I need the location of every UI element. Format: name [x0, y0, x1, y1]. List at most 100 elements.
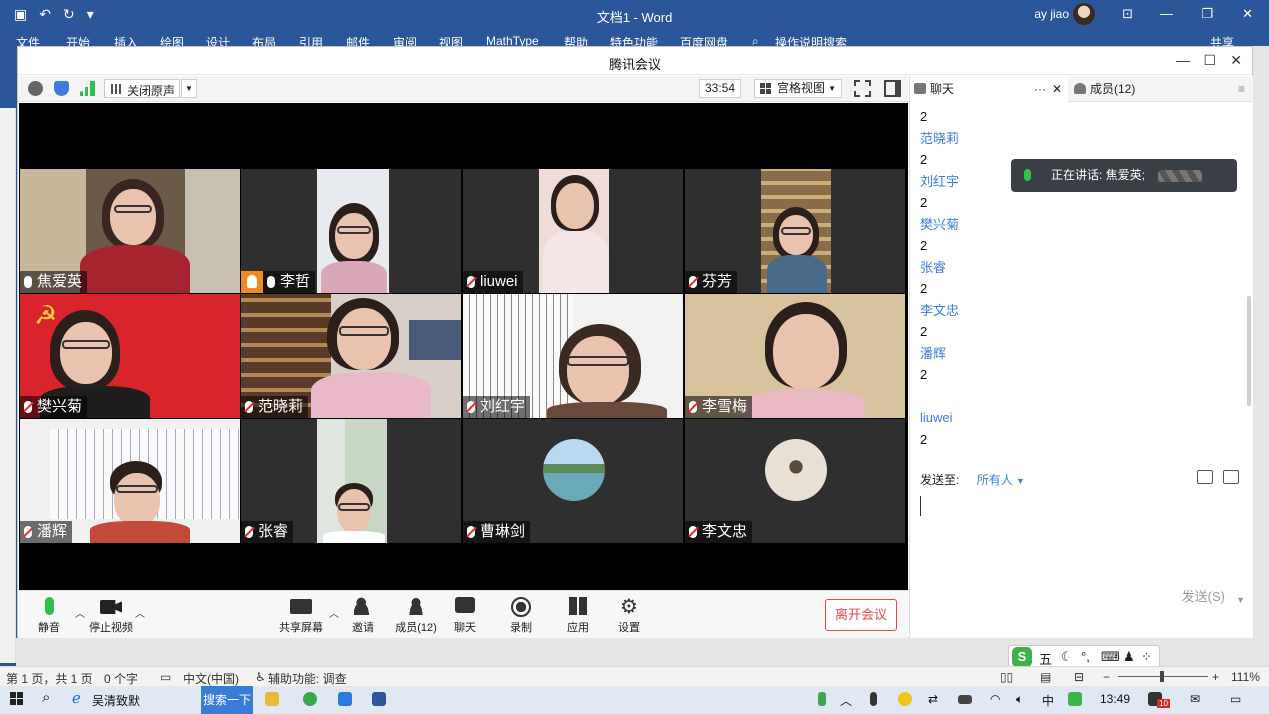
participant-tile[interactable]: 张睿 — [241, 419, 461, 543]
punctuation-icon[interactable]: °, — [1081, 649, 1090, 664]
read-mode-icon[interactable]: ▯▯ — [1000, 670, 1013, 684]
ribbon-tab[interactable]: 百度网盘 — [680, 34, 728, 46]
volume-icon[interactable]: 🔈︎ — [1016, 692, 1023, 707]
more-icon[interactable]: ··· — [1034, 76, 1046, 102]
participant-tile[interactable]: liuwei — [463, 169, 683, 293]
invite-button[interactable]: 邀请 — [337, 597, 389, 635]
ribbon-tab[interactable]: 邮件 — [346, 34, 370, 46]
chat-input[interactable]: 发送(S) ▼ — [910, 489, 1253, 611]
chevron-up-icon[interactable]: ︿ — [840, 692, 852, 709]
ribbon-tab[interactable]: MathType — [486, 34, 539, 46]
share-screen-button[interactable]: 共享屏幕 — [275, 597, 327, 635]
user-name[interactable]: ay jiao — [1034, 7, 1069, 21]
chevron-down-icon[interactable]: ▼ — [1236, 595, 1245, 605]
battery-level-icon[interactable] — [958, 695, 972, 704]
fullscreen-icon[interactable] — [854, 80, 871, 97]
leave-meeting-button[interactable]: 离开会议 — [825, 599, 897, 631]
settings-button[interactable]: ⚙ 设置 — [603, 597, 655, 635]
ribbon-tab[interactable]: 布局 — [252, 34, 276, 46]
word-icon[interactable] — [372, 692, 386, 706]
ribbon-tab[interactable]: 插入 — [114, 34, 138, 46]
page-count[interactable]: 第 1 页，共 1 页 — [6, 670, 93, 687]
ribbon-tab[interactable]: 开始 — [66, 34, 90, 46]
grid-icon[interactable]: ⁘ — [1141, 649, 1152, 665]
chevron-up-icon[interactable]: ︿ — [135, 605, 145, 620]
minimize-icon[interactable]: — — [1160, 6, 1173, 21]
shield-icon[interactable] — [54, 81, 69, 96]
zoom-in-icon[interactable]: + — [1212, 670, 1219, 684]
participant-tile[interactable]: 潘辉 — [20, 419, 240, 543]
language[interactable]: 中文(中国) — [183, 670, 239, 687]
clock[interactable]: 13:49 — [1100, 692, 1130, 706]
tab-members[interactable]: 成员(12) — [1070, 76, 1230, 102]
ribbon-tab[interactable]: 绘图 — [160, 34, 184, 46]
ribbon-tab[interactable]: 视图 — [439, 34, 463, 46]
stop-video-button[interactable]: 停止视频 — [85, 597, 137, 635]
folder-icon[interactable] — [1197, 470, 1213, 484]
meeting-app-icon[interactable] — [338, 692, 352, 706]
moon-icon[interactable]: ☾ — [1061, 649, 1073, 665]
person-icon[interactable]: ♟ — [1123, 649, 1135, 665]
folder-icon[interactable] — [265, 692, 279, 706]
close-icon[interactable]: ✕ — [1052, 76, 1062, 102]
participant-tile[interactable]: 芬芳 — [685, 169, 905, 293]
browser-icon[interactable] — [303, 692, 317, 706]
windows-start-icon[interactable] — [10, 692, 23, 705]
participant-tile[interactable]: 范晓莉 — [241, 294, 461, 418]
search-icon[interactable]: ⌕ — [42, 689, 50, 706]
participant-tile[interactable]: 李雪梅 — [685, 294, 905, 418]
tab-chat[interactable]: 聊天 ··· ✕ — [910, 76, 1068, 102]
print-layout-icon[interactable]: ▤ — [1040, 670, 1051, 684]
zoom-thumb[interactable] — [1160, 671, 1164, 682]
info-icon[interactable] — [28, 81, 43, 96]
record-button[interactable]: 录制 — [495, 597, 547, 635]
ribbon-tab[interactable]: 设计 — [206, 34, 230, 46]
chevron-up-icon[interactable]: ︿ — [75, 605, 85, 620]
ribbon-tab[interactable]: 帮助 — [564, 34, 588, 46]
browser-tab[interactable]: 吴清致默 — [92, 692, 140, 709]
participant-tile[interactable]: 曹琳剑 — [463, 419, 683, 543]
sidebar-toggle-icon[interactable] — [884, 80, 901, 97]
ribbon-tab[interactable]: 文件 — [16, 34, 40, 46]
share-button[interactable]: 共享 — [1210, 34, 1234, 46]
participant-tile[interactable]: 李哲 — [241, 169, 461, 293]
ribbon-tab[interactable]: 特色功能 — [610, 34, 658, 46]
chevron-down-icon[interactable]: ▼ — [1016, 476, 1025, 486]
close-icon[interactable]: ✕ — [1242, 6, 1253, 22]
zoom-out-icon[interactable]: − — [1103, 670, 1110, 684]
send-button[interactable]: 发送(S) — [1182, 586, 1225, 605]
ie-icon[interactable]: ℯ — [72, 689, 81, 707]
participant-tile[interactable]: 李文忠 — [685, 419, 905, 543]
ribbon-tab[interactable]: 引用 — [299, 34, 323, 46]
transfer-icon[interactable]: ⇄ — [928, 692, 938, 706]
mute-button[interactable]: 静音 — [23, 597, 75, 635]
chat-button[interactable]: 聊天 — [439, 597, 491, 635]
send-to-select[interactable]: 所有人 — [977, 473, 1013, 487]
ribbon-display-icon[interactable]: ⊡ — [1122, 6, 1133, 22]
menu-icon[interactable]: ≡ — [1238, 82, 1245, 96]
search-button[interactable]: 搜索一下 — [201, 686, 253, 714]
participant-tile[interactable]: ☭ 樊兴菊 — [20, 294, 240, 418]
wifi-icon[interactable]: ◠ — [990, 692, 1000, 706]
battery-icon[interactable] — [818, 692, 826, 706]
signal-icon[interactable] — [80, 81, 95, 96]
restore-icon[interactable]: ❐ — [1201, 6, 1213, 22]
apps-button[interactable]: 应用 — [552, 597, 604, 635]
chat-scrollbar[interactable] — [1247, 296, 1251, 406]
word-count[interactable]: 0 个字 — [104, 670, 138, 687]
view-mode-button[interactable]: 宫格视图 ▼ — [754, 79, 842, 98]
sogou-icon[interactable] — [1068, 692, 1082, 706]
keyboard-icon[interactable]: ⌨ — [1101, 649, 1120, 665]
web-layout-icon[interactable]: ⊟ — [1074, 670, 1084, 684]
close-icon[interactable]: ✕ — [1230, 52, 1242, 69]
accessibility-status[interactable]: 辅助功能: 调查 — [268, 670, 347, 687]
ribbon-tab[interactable]: 审阅 — [393, 34, 417, 46]
chevron-down-icon[interactable]: ▼ — [181, 79, 198, 98]
mail-icon[interactable]: ✉ — [1190, 692, 1200, 706]
action-center-icon[interactable]: ▭ — [1230, 692, 1241, 706]
tell-me-search[interactable]: 操作说明搜索 — [775, 34, 847, 46]
zoom-level[interactable]: 111% — [1231, 670, 1260, 684]
participant-tile[interactable]: 焦爱英 — [20, 169, 240, 293]
avatar[interactable] — [1073, 3, 1095, 25]
mic-icon[interactable] — [870, 692, 877, 706]
